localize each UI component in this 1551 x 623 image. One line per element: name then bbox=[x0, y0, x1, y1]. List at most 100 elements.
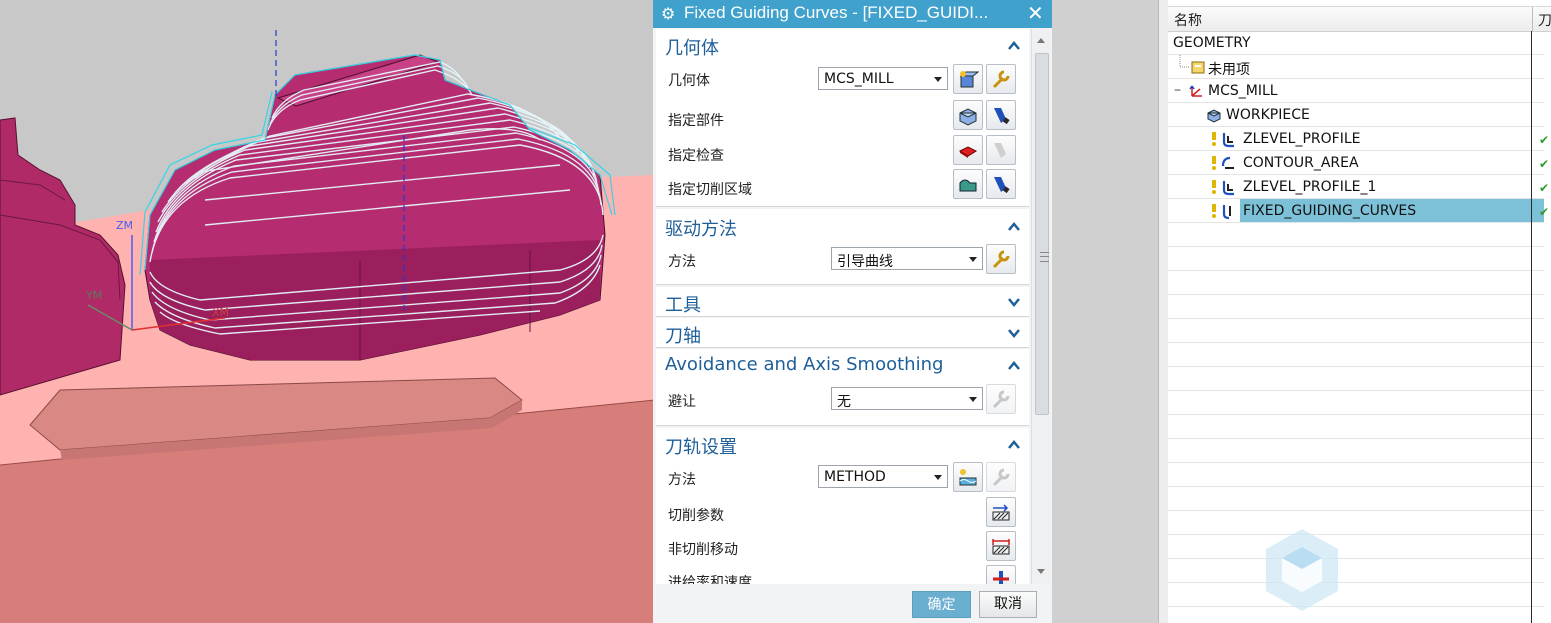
non-cut-moves-button[interactable] bbox=[986, 531, 1016, 561]
collapse-toggle-icon[interactable]: − bbox=[1174, 83, 1181, 97]
flashlight-icon bbox=[994, 108, 1010, 125]
empty-row bbox=[1168, 583, 1544, 607]
tool-axis-section-header[interactable]: 刀轴 bbox=[665, 322, 701, 348]
column-separator[interactable] bbox=[1532, 7, 1533, 31]
dropdown-arrow-icon bbox=[969, 397, 977, 402]
non-cut-moves-icon bbox=[992, 539, 1010, 555]
edit-avoid-button[interactable] bbox=[986, 384, 1016, 414]
empty-row bbox=[1168, 391, 1544, 415]
tool-section-header[interactable]: 工具 bbox=[665, 291, 701, 317]
cut-params-label: 切削参数 bbox=[668, 508, 724, 524]
xm-axis-label: XM bbox=[212, 306, 230, 319]
tree-item-label: GEOMETRY bbox=[1173, 35, 1251, 51]
chevron-up-icon[interactable] bbox=[1007, 220, 1021, 234]
chevron-down-icon[interactable] bbox=[1007, 295, 1021, 309]
tree-row[interactable]: − MCS_MILL bbox=[1168, 79, 1544, 103]
scroll-thumb[interactable] bbox=[1035, 53, 1049, 415]
graphics-viewport[interactable]: ZM YM XM bbox=[0, 0, 655, 623]
empty-row bbox=[1168, 367, 1544, 391]
avoidance-section-header[interactable]: Avoidance and Axis Smoothing bbox=[665, 354, 943, 375]
empty-row bbox=[1168, 295, 1544, 319]
path-settings-section: 刀轨设置 方法 METHOD 切削参数 非切削移动 进给率和速度 bbox=[656, 428, 1029, 584]
cut-area-icon bbox=[959, 179, 977, 192]
column-divider bbox=[1531, 31, 1532, 623]
status-ok-icon: ✔ bbox=[1539, 157, 1550, 171]
close-icon[interactable]: ✕ bbox=[1027, 1, 1044, 26]
watermark-cube-icon bbox=[1266, 529, 1338, 611]
dialog-title: Fixed Guiding Curves - [FIXED_GUIDI... bbox=[684, 3, 989, 22]
tree-item-label: WORKPIECE bbox=[1226, 107, 1310, 123]
zm-axis-label: ZM bbox=[116, 219, 134, 232]
wrench-disabled-icon bbox=[992, 468, 1010, 487]
chevron-up-icon[interactable] bbox=[1007, 39, 1021, 53]
empty-row bbox=[1168, 439, 1544, 463]
display-check-button[interactable] bbox=[986, 135, 1016, 165]
wrench-icon bbox=[992, 70, 1010, 89]
specify-cut-area-label: 指定切削区域 bbox=[668, 182, 752, 198]
edit-drive-method-button[interactable] bbox=[986, 244, 1016, 274]
chevron-up-icon[interactable] bbox=[1007, 438, 1021, 452]
new-method-icon bbox=[959, 469, 977, 486]
tree-row[interactable]: ZLEVEL_PROFILE_1 bbox=[1168, 175, 1544, 199]
chevron-down-icon[interactable] bbox=[1007, 326, 1021, 340]
edit-geometry-button[interactable] bbox=[986, 64, 1016, 94]
tree-row[interactable]: 未用项 bbox=[1168, 55, 1544, 79]
select-cut-area-button[interactable] bbox=[953, 169, 983, 199]
second-column-header[interactable]: 刀 bbox=[1538, 10, 1551, 30]
avoid-label: 避让 bbox=[668, 394, 696, 410]
edit-method-button[interactable] bbox=[986, 462, 1016, 492]
scroll-grip-icon bbox=[1040, 252, 1049, 262]
avoid-select[interactable]: 无 bbox=[831, 387, 983, 410]
dropdown-arrow-icon bbox=[969, 257, 977, 262]
tree-row[interactable]: FIXED_GUIDING_CURVES bbox=[1168, 199, 1544, 223]
chevron-up-icon[interactable] bbox=[1007, 359, 1021, 373]
scroll-down-arrow-icon[interactable] bbox=[1037, 569, 1045, 574]
tool-section[interactable]: 工具 bbox=[656, 287, 1029, 317]
new-geometry-button[interactable] bbox=[953, 64, 983, 94]
tree-row[interactable]: GEOMETRY bbox=[1168, 31, 1544, 55]
name-column-header[interactable]: 名称 bbox=[1174, 10, 1202, 30]
gear-icon[interactable]: ⚙ bbox=[661, 4, 675, 24]
select-check-button[interactable] bbox=[953, 135, 983, 165]
drive-method-label: 方法 bbox=[668, 254, 696, 270]
specify-check-label: 指定检查 bbox=[668, 148, 724, 164]
wrench-icon bbox=[992, 250, 1010, 269]
display-cut-area-button[interactable] bbox=[986, 169, 1016, 199]
select-part-button[interactable] bbox=[953, 100, 983, 130]
empty-row bbox=[1168, 487, 1544, 511]
check-geometry-icon bbox=[958, 146, 978, 158]
geometry-section-header[interactable]: 几何体 bbox=[665, 34, 719, 60]
path-settings-section-header[interactable]: 刀轨设置 bbox=[665, 433, 737, 459]
display-part-button[interactable] bbox=[986, 100, 1016, 130]
tree-item-label: ZLEVEL_PROFILE_1 bbox=[1243, 179, 1377, 195]
operation-icon bbox=[1212, 132, 1234, 148]
empty-row bbox=[1168, 535, 1544, 559]
scroll-up-arrow-icon[interactable] bbox=[1037, 38, 1045, 43]
empty-row bbox=[1168, 343, 1544, 367]
tool-axis-section[interactable]: 刀轴 bbox=[656, 318, 1029, 348]
drive-method-section-header[interactable]: 驱动方法 bbox=[665, 215, 737, 241]
path-method-select[interactable]: METHOD bbox=[818, 465, 948, 488]
dialog-titlebar[interactable]: ⚙ Fixed Guiding Curves - [FIXED_GUIDI...… bbox=[653, 0, 1052, 28]
status-ok-icon: ✔ bbox=[1539, 205, 1550, 219]
dialog-scrollbar[interactable] bbox=[1031, 29, 1050, 584]
drive-method-select[interactable]: 引导曲线 bbox=[831, 247, 983, 270]
empty-row bbox=[1168, 247, 1544, 271]
tree-row[interactable]: CONTOUR_AREA bbox=[1168, 151, 1544, 175]
operation-icon bbox=[1212, 180, 1234, 196]
geometry-select[interactable]: MCS_MILL bbox=[818, 67, 948, 90]
non-cut-moves-label: 非切削移动 bbox=[668, 542, 738, 558]
tree-row[interactable]: WORKPIECE bbox=[1168, 103, 1544, 127]
ok-button[interactable]: 确定 bbox=[912, 591, 971, 618]
operation-icon bbox=[1212, 156, 1234, 170]
path-method-select-value: METHOD bbox=[824, 469, 886, 485]
tree-row[interactable]: ZLEVEL_PROFILE bbox=[1168, 127, 1544, 151]
feeds-speeds-button[interactable] bbox=[986, 565, 1016, 584]
flashlight-disabled-icon bbox=[994, 143, 1006, 158]
cut-params-icon bbox=[992, 504, 1010, 521]
new-method-button[interactable] bbox=[953, 462, 983, 492]
avoid-select-value: 无 bbox=[837, 394, 851, 410]
cancel-button[interactable]: 取消 bbox=[979, 591, 1037, 618]
part-icon bbox=[959, 108, 977, 126]
cut-params-button[interactable] bbox=[986, 497, 1016, 527]
